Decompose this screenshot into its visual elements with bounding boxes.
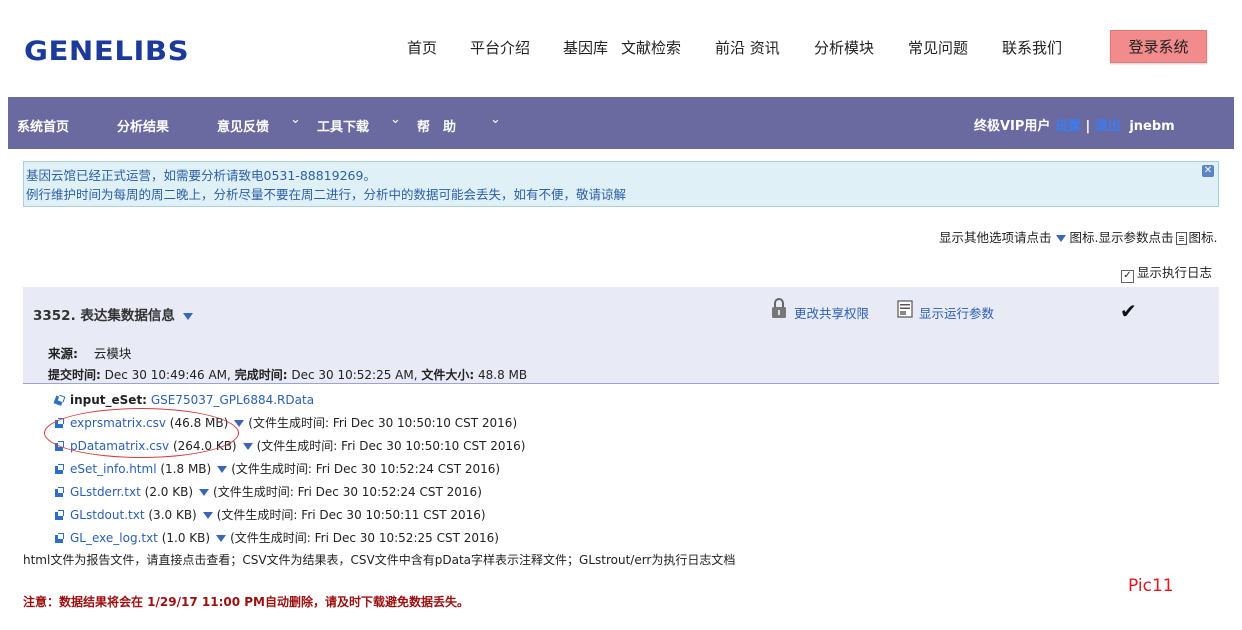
exec-log-option: ✓ 显示执行日志	[1121, 262, 1212, 283]
separator: |	[1085, 119, 1091, 134]
settings-link[interactable]: 设置	[1055, 119, 1081, 134]
file-size: (1.8 MB)	[160, 462, 212, 476]
parameters-icon[interactable]	[897, 300, 913, 318]
file-generated: (文件生成时间: Fri Dec 30 10:50:11 CST 2016)	[216, 508, 486, 522]
notice-line-2: 例行维护时间为每周的周二晚上，分析尽量不要在周二进行，分析中的数据可能会丢失，如…	[26, 187, 627, 202]
main-nav-bar: 系统首页 分析结果 意见反馈 ⌄ 工具下载 ⌄ 帮 助 ⌄ 终极VIP用户 设置…	[8, 97, 1234, 149]
nav-feedback[interactable]: 意见反馈	[217, 116, 269, 135]
top-nav-modules[interactable]: 分析模块	[814, 37, 874, 58]
input-file-icon	[54, 394, 66, 406]
options-params-text: 显示参数点击	[1098, 230, 1174, 245]
site-logo[interactable]: GENELIBS	[24, 36, 189, 67]
login-button[interactable]: 登录系统	[1110, 30, 1207, 63]
panel-title-text: 3352. 表达集数据信息	[33, 308, 175, 324]
top-nav-news[interactable]: 前沿 资讯	[715, 37, 780, 58]
top-nav-gene-library[interactable]: 基因库	[563, 37, 608, 58]
file-link[interactable]: GL_exe_log.txt	[70, 531, 158, 545]
username: jnebm	[1129, 119, 1175, 134]
user-zone: 终极VIP用户 设置 | 退出 jnebm	[974, 115, 1175, 134]
triangle-down-icon[interactable]	[182, 312, 193, 320]
file-icon	[55, 510, 64, 520]
top-nav-faq[interactable]: 常见问题	[908, 37, 968, 58]
top-nav-contact[interactable]: 联系我们	[1002, 37, 1062, 58]
file-size: (3.0 KB)	[148, 508, 197, 522]
nav-system-home[interactable]: 系统首页	[17, 116, 69, 135]
nav-help[interactable]: 帮 助	[417, 116, 456, 135]
file-link[interactable]: GLstdout.txt	[70, 508, 145, 522]
options-icon-word: 图标.	[1188, 230, 1218, 245]
exec-log-label: 显示执行日志	[1137, 265, 1213, 280]
top-nav-home[interactable]: 首页	[407, 37, 437, 58]
source-label: 来源:	[48, 346, 78, 361]
source-line: 来源: 云模块	[48, 343, 131, 362]
list-item: GLstdout.txt (3.0 KB) (文件生成时间: Fri Dec 30…	[55, 506, 486, 524]
result-panel: 3352. 表达集数据信息 更改共享权限 显示运行参数 ✔ 来源: 云模块 提交…	[23, 287, 1219, 384]
notice-line-1: 基因云馆已经正式运营，如需要分析请致电0531-88819269。	[26, 168, 376, 183]
triangle-down-icon[interactable]	[216, 535, 227, 542]
meta-line: 提交时间: Dec 30 10:49:46 AM, 完成时间: Dec 30 1…	[48, 366, 527, 383]
close-icon[interactable]: ✕	[1202, 165, 1214, 177]
input-file-link[interactable]: GSE75037_GPL6884.RData	[151, 393, 314, 407]
pic-label: Pic11	[1128, 576, 1174, 596]
triangle-down-icon[interactable]	[217, 466, 228, 473]
check-icon: ✔	[1120, 299, 1137, 323]
file-generated: (文件生成时间: Fri Dec 30 10:52:25 CST 2016)	[230, 531, 499, 545]
submit-label: 提交时间:	[48, 368, 101, 382]
exec-log-checkbox[interactable]: ✓	[1121, 270, 1134, 283]
deletion-warning: 注意：数据结果将会在 1/29/17 11:00 PM自动删除，请及时下载避免数…	[23, 595, 469, 609]
change-share-link[interactable]: 更改共享权限	[794, 303, 869, 322]
options-icon-word: 图标.	[1069, 230, 1099, 245]
file-generated: (文件生成时间: Fri Dec 30 10:52:24 CST 2016)	[213, 485, 482, 499]
size-label: 文件大小:	[421, 368, 475, 382]
file-size: (1.0 KB)	[161, 531, 211, 545]
source-value: 云模块	[93, 346, 132, 361]
file-icon	[55, 487, 64, 497]
size-value: 48.8 MB	[478, 368, 528, 382]
file-icon	[55, 464, 64, 474]
file-generated: (文件生成时间: Fri Dec 30 10:50:10 CST 2016)	[256, 439, 526, 453]
panel-title: 3352. 表达集数据信息	[33, 304, 193, 324]
options-hint: 显示其他选项请点击 图标.显示参数点击 图标.	[939, 227, 1218, 246]
finish-value: Dec 30 10:52:25 AM,	[291, 368, 418, 382]
file-size: (2.0 KB)	[144, 485, 194, 499]
chevron-down-icon[interactable]: ⌄	[390, 112, 401, 127]
file-link[interactable]: GLstderr.txt	[70, 485, 141, 499]
list-item: GL_exe_log.txt (1.0 KB) (文件生成时间: Fri Dec …	[55, 529, 499, 547]
triangle-down-icon[interactable]	[199, 489, 210, 496]
logout-link[interactable]: 退出	[1095, 119, 1121, 134]
chevron-down-icon[interactable]: ⌄	[290, 112, 301, 127]
help-text: html文件为报告文件，请直接点击查看；CSV文件为结果表，CSV文件中含有pD…	[23, 553, 736, 567]
input-file-label: input_eSet:	[70, 393, 147, 407]
options-other-text: 显示其他选项请点击	[939, 230, 1052, 245]
triangle-down-icon[interactable]	[242, 443, 253, 450]
highlight-ellipse	[44, 408, 239, 458]
user-role: 终极VIP用户	[974, 119, 1051, 134]
lock-icon[interactable]	[771, 297, 787, 319]
list-item: eSet_info.html (1.8 MB) (文件生成时间: Fri Dec …	[55, 460, 500, 478]
chevron-down-icon[interactable]: ⌄	[490, 112, 501, 127]
triangle-down-icon[interactable]	[202, 512, 213, 519]
file-link[interactable]: eSet_info.html	[70, 462, 157, 476]
document-icon[interactable]	[1175, 232, 1187, 245]
list-item: GLstderr.txt (2.0 KB) (文件生成时间: Fri Dec 30…	[55, 483, 482, 501]
file-generated: (文件生成时间: Fri Dec 30 10:50:10 CST 2016)	[248, 416, 518, 430]
top-nav-platform[interactable]: 平台介绍	[470, 37, 530, 58]
nav-tool-download[interactable]: 工具下载	[317, 116, 369, 135]
show-params-link[interactable]: 显示运行参数	[919, 303, 994, 322]
file-icon	[55, 533, 64, 543]
file-generated: (文件生成时间: Fri Dec 30 10:52:24 CST 2016)	[231, 462, 501, 476]
submit-value: Dec 30 10:49:46 AM,	[104, 368, 231, 382]
triangle-down-icon[interactable]	[1055, 235, 1066, 242]
top-nav-literature[interactable]: 文献检索	[621, 37, 681, 58]
input-file-row: input_eSet: GSE75037_GPL6884.RData	[55, 391, 314, 409]
nav-analysis-results[interactable]: 分析结果	[117, 116, 169, 135]
notice-box: 基因云馆已经正式运营，如需要分析请致电0531-88819269。 例行维护时间…	[23, 161, 1219, 207]
finish-label: 完成时间:	[234, 368, 288, 382]
